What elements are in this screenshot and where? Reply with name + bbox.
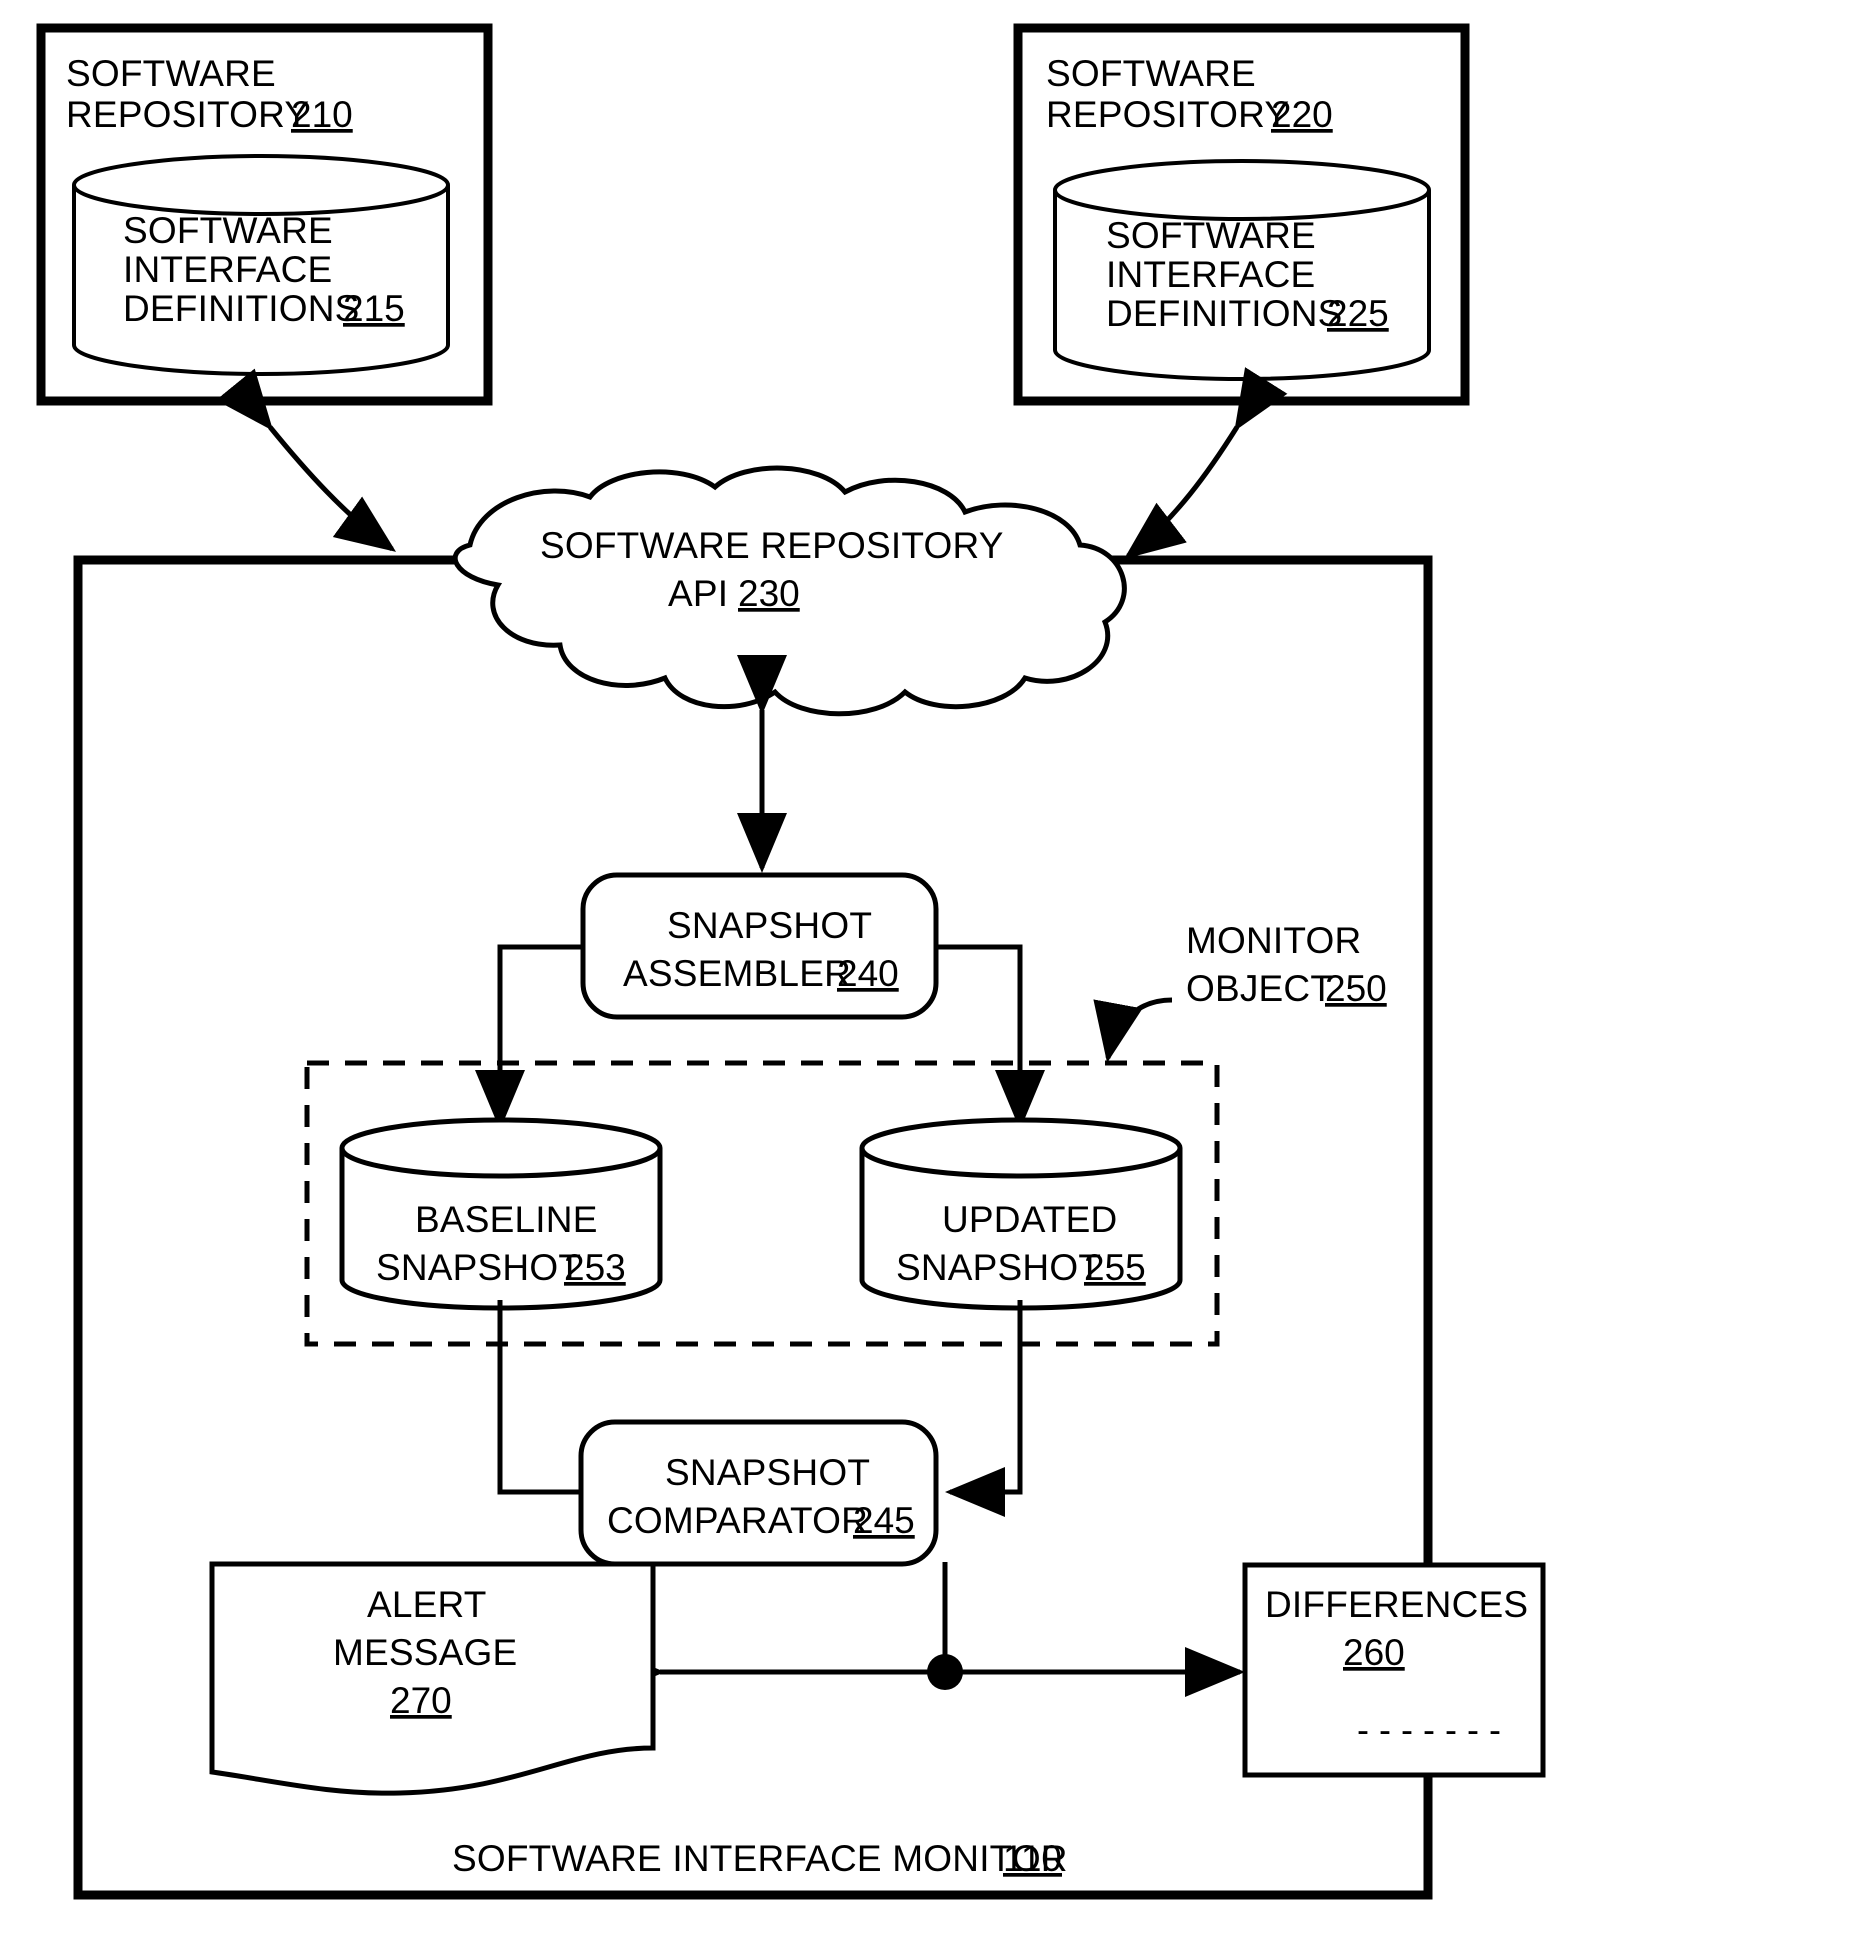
db-right-line2: INTERFACE xyxy=(1106,254,1315,295)
cloud-line2: API xyxy=(668,573,728,614)
baseline-line1: BASELINE xyxy=(415,1199,598,1240)
updated-line2: SNAPSHOT xyxy=(896,1247,1101,1288)
snapshot-assembler-240: SNAPSHOT ASSEMBLER 240 xyxy=(580,872,939,1020)
comparator-ref: 245 xyxy=(853,1500,915,1541)
differences-placeholder: - - - - - - - xyxy=(1357,1709,1501,1750)
monitor-object-ref: 250 xyxy=(1325,968,1387,1009)
assembler-line1: SNAPSHOT xyxy=(667,905,872,946)
updated-ref: 255 xyxy=(1084,1247,1146,1288)
alert-ref: 270 xyxy=(390,1680,452,1721)
monitor-object-line2: OBJECT xyxy=(1186,968,1333,1009)
snapshot-comparator-245: SNAPSHOT COMPARATOR 245 xyxy=(578,1419,939,1567)
baseline-line2: SNAPSHOT xyxy=(376,1247,581,1288)
figure-canvas: SOFTWARE REPOSITORY 210 SOFTWARE INTERFA… xyxy=(0,0,1868,1951)
repo-right-ref: 220 xyxy=(1271,94,1333,135)
comparator-line1: SNAPSHOT xyxy=(665,1452,870,1493)
software-repository-220: SOFTWARE REPOSITORY 220 SOFTWARE INTERFA… xyxy=(1013,23,1470,406)
alert-line1: ALERT xyxy=(367,1584,487,1625)
arrow-cloud-to-repo-210 xyxy=(215,368,397,552)
monitor-object-line1: MONITOR xyxy=(1186,920,1361,961)
assembler-ref: 240 xyxy=(837,953,899,994)
repo-right-title-line2: REPOSITORY xyxy=(1046,94,1289,135)
repo-left-title-line1: SOFTWARE xyxy=(66,53,276,94)
assembler-line2: ASSEMBLER xyxy=(623,953,851,994)
arrow-cloud-to-repo-220 xyxy=(1124,367,1288,560)
cloud-line1: SOFTWARE REPOSITORY xyxy=(540,525,1004,566)
db-right-line3: DEFINITIONS xyxy=(1106,293,1343,334)
alert-line2: MESSAGE xyxy=(333,1632,517,1673)
software-repository-210: SOFTWARE REPOSITORY 210 SOFTWARE INTERFA… xyxy=(36,23,493,406)
junction-dot xyxy=(927,1654,963,1690)
baseline-snapshot-253: BASELINE SNAPSHOT 253 xyxy=(339,1117,663,1311)
baseline-ref: 253 xyxy=(564,1247,626,1288)
db-left-ref: 215 xyxy=(343,288,405,329)
monitor-title: SOFTWARE INTERFACE MONITOR xyxy=(452,1838,1068,1879)
repo-left-ref: 210 xyxy=(291,94,353,135)
db-left-line3: DEFINITIONS xyxy=(123,288,360,329)
updated-snapshot-255: UPDATED SNAPSHOT 255 xyxy=(859,1117,1183,1311)
comparator-line2: COMPARATOR xyxy=(607,1500,868,1541)
cloud-ref: 230 xyxy=(738,573,800,614)
db-right-ref: 225 xyxy=(1327,293,1389,334)
updated-line1: UPDATED xyxy=(942,1199,1117,1240)
alert-message-270: ALERT MESSAGE 270 xyxy=(209,1561,656,1796)
monitor-ref: 110 xyxy=(1003,1838,1062,1879)
repo-right-title-line1: SOFTWARE xyxy=(1046,53,1256,94)
db-left-line2: INTERFACE xyxy=(123,249,332,290)
differences-ref: 260 xyxy=(1343,1632,1405,1673)
db-right-line1: SOFTWARE xyxy=(1106,215,1316,256)
differences-line1: DIFFERENCES xyxy=(1265,1584,1528,1625)
differences-260: DIFFERENCES 260 - - - - - - - xyxy=(1242,1562,1546,1778)
db-left-line1: SOFTWARE xyxy=(123,210,333,251)
repo-left-title-line2: REPOSITORY xyxy=(66,94,309,135)
